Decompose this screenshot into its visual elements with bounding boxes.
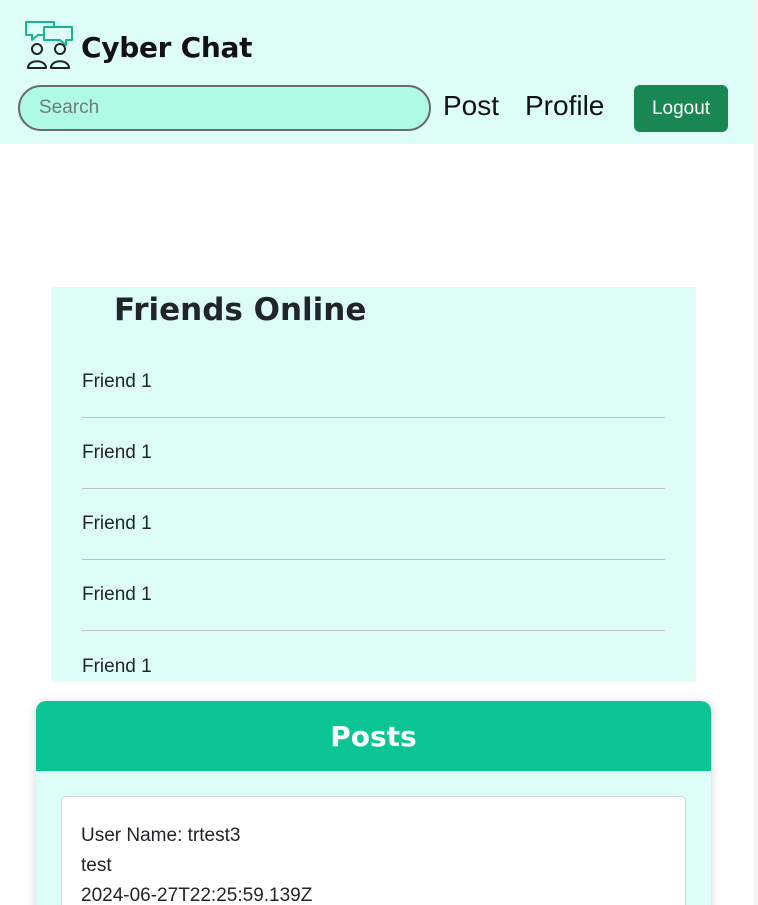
friend-list-item[interactable]: Friend 1 (82, 560, 665, 631)
friend-list: Friend 1 Friend 1 Friend 1 Friend 1 Frie… (82, 347, 665, 681)
search-input[interactable] (18, 85, 431, 131)
friend-list-item[interactable]: Friend 1 (82, 631, 665, 681)
post-content: test (81, 855, 112, 876)
chat-people-icon (24, 19, 74, 75)
post-username: User Name: trtest3 (81, 825, 241, 846)
top-navbar: Cyber Chat Post Profile Logout (0, 0, 754, 144)
post-timestamp: 2024-06-27T22:25:59.139Z (81, 885, 313, 905)
nav-link-profile[interactable]: Profile (525, 90, 604, 122)
friend-list-item[interactable]: Friend 1 (82, 418, 665, 489)
nav-link-post[interactable]: Post (443, 90, 499, 122)
friends-online-panel: Friends Online Friend 1 Friend 1 Friend … (51, 287, 696, 681)
friend-list-item[interactable]: Friend 1 (82, 489, 665, 560)
app-title: Cyber Chat (81, 30, 253, 64)
friend-list-item[interactable]: Friend 1 (82, 347, 665, 418)
friends-online-title: Friends Online (114, 292, 367, 328)
brand[interactable]: Cyber Chat (24, 21, 252, 73)
post-item[interactable]: User Name: trtest3 test 2024-06-27T22:25… (61, 796, 686, 905)
posts-card: Posts User Name: trtest3 test 2024-06-27… (36, 701, 711, 905)
posts-title: Posts (36, 701, 711, 771)
logout-button[interactable]: Logout (634, 85, 728, 132)
page-scrollbar[interactable] (754, 0, 758, 905)
page: Cyber Chat Post Profile Logout Friends O… (0, 0, 758, 905)
